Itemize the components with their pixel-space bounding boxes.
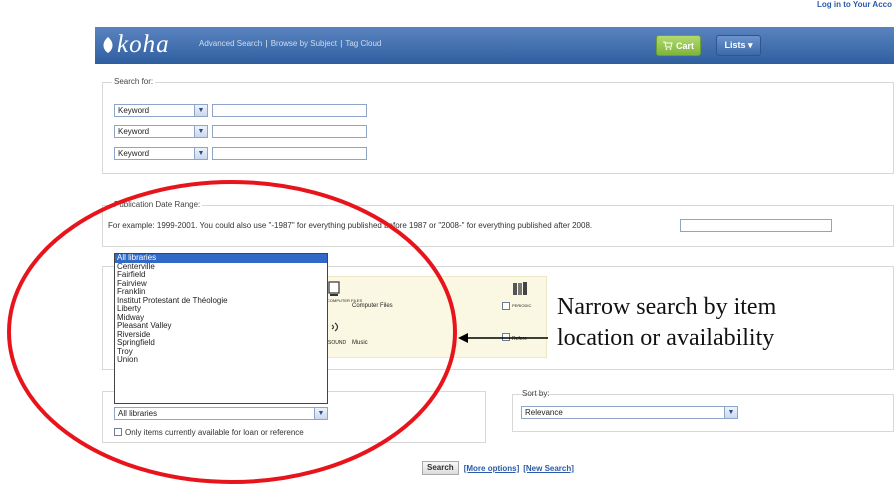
cart-icon [662,41,673,50]
callout-line-2: location or availability [557,325,775,351]
library-option[interactable]: Fairview [115,279,327,289]
computer-files-icon [328,281,340,296]
nav-tag-cloud[interactable]: Tag Cloud [345,39,381,48]
search-index-select-3[interactable]: Keyword ▼ [114,147,208,160]
nav-separator: | [265,39,268,48]
library-option[interactable]: Union [115,355,327,365]
select-value: All libraries [118,409,158,418]
periodicals-checkbox[interactable] [502,302,510,310]
chevron-down-icon: ▼ [194,105,207,116]
library-option[interactable]: Springfield [115,338,327,348]
select-value: Keyword [118,127,150,136]
search-index-select-1[interactable]: Keyword ▼ [114,104,208,117]
callout-line-1: Narrow search by item [557,294,777,320]
sort-legend: Sort by: [522,389,550,398]
login-link[interactable]: Log in to Your Acco [817,0,892,9]
nav-advanced-search[interactable]: Advanced Search [199,39,262,48]
library-option[interactable]: Institut Protestant de Théologie [115,296,327,306]
koha-logo[interactable]: koha [101,31,170,58]
lists-button[interactable]: Lists ▾ [716,35,761,56]
library-option[interactable]: Liberty [115,304,327,314]
select-value: Keyword [118,106,150,115]
sound-icon [331,322,339,332]
search-term-input-1[interactable] [212,104,367,117]
periodicals-tag: PERIODIC [512,303,532,308]
pub-date-input[interactable] [680,219,832,232]
header-bar: koha Advanced Search | Browse by Subject… [95,27,894,64]
sort-select[interactable]: Relevance ▼ [521,406,738,419]
pub-date-example: For example: 1999-2001. You could also u… [108,221,593,230]
reference-checkbox[interactable] [502,333,510,341]
periodicals-icon [513,282,527,295]
only-available-label: Only items currently available for loan … [125,428,304,437]
chevron-down-icon: ▼ [194,126,207,137]
only-available-checkbox[interactable] [114,428,122,436]
computer-files-label: Computer Files [352,303,393,309]
reference-label: Refere [512,336,528,342]
logo-text: koha [117,31,170,58]
sound-tag: SOUND [328,340,347,346]
search-button[interactable]: Search [422,461,459,475]
nav-separator: | [340,39,343,48]
more-options-link[interactable]: [More options] [464,464,520,473]
search-index-select-2[interactable]: Keyword ▼ [114,125,208,138]
library-option[interactable]: Centerville [115,262,327,272]
search-term-input-3[interactable] [212,147,367,160]
search-actions: Search [More options] [New Search] [422,461,578,475]
music-label: Music [352,340,368,346]
koha-leaf-icon [103,37,113,53]
nav-browse-by-subject[interactable]: Browse by Subject [271,39,337,48]
library-select[interactable]: All libraries ▼ [114,407,328,420]
library-option[interactable]: Troy [115,347,327,357]
callout-text: Narrow search by item location or availa… [557,292,776,354]
select-value: Relevance [525,408,563,417]
header-nav: Advanced Search | Browse by Subject | Ta… [199,39,381,48]
select-value: Keyword [118,149,150,158]
new-search-link[interactable]: [New Search] [523,464,574,473]
cart-label: Cart [675,40,694,51]
chevron-down-icon: ▼ [314,408,327,419]
chevron-down-icon: ▼ [194,148,207,159]
cart-button[interactable]: Cart [656,35,701,56]
pub-date-legend: Publication Date Range: [112,200,203,209]
chevron-down-icon: ▼ [724,407,737,418]
library-dropdown-list[interactable]: All libraries Centerville Fairfield Fair… [114,253,328,404]
search-for-legend: Search for: [112,77,156,86]
search-term-input-2[interactable] [212,125,367,138]
